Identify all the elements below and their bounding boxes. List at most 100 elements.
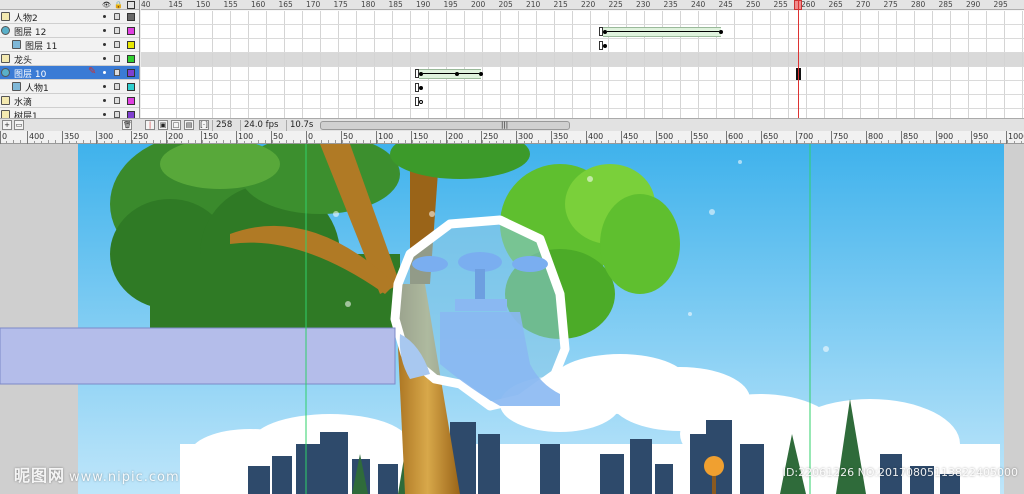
frame-number-label: 145 xyxy=(168,0,183,9)
frame-number-label: 175 xyxy=(333,0,348,9)
stage-canvas[interactable] xyxy=(0,144,1024,494)
frame-row[interactable] xyxy=(141,53,1024,67)
ruler-tick xyxy=(411,131,412,144)
onion-outline-icon[interactable]: □ xyxy=(171,120,181,130)
layer-row[interactable]: 人物2 xyxy=(0,10,139,24)
frame-ruler[interactable]: 40 145 150 155 160 165 170 175 180 185 190 195 200 20… xyxy=(141,0,1024,10)
outline-icon[interactable] xyxy=(127,1,135,9)
new-folder-icon[interactable]: ▭ xyxy=(14,120,24,130)
onion-markers-icon[interactable]: [·] xyxy=(199,120,209,130)
layer-color-swatch[interactable] xyxy=(127,97,135,105)
layer-name[interactable]: 图层 10 xyxy=(14,67,46,80)
lock-toggle-icon[interactable] xyxy=(114,27,120,34)
layer-row[interactable]: 图层 10 ✎ xyxy=(0,66,139,80)
fps-field[interactable]: 24.0 fps xyxy=(240,120,284,131)
visibility-toggle-icon[interactable] xyxy=(103,29,106,32)
watermark-site-url: www.nipic.com xyxy=(69,470,180,485)
edit-multiple-icon[interactable]: ▤ xyxy=(184,120,194,130)
visibility-toggle-icon[interactable] xyxy=(103,43,106,46)
lock-icon[interactable]: 🔒 xyxy=(114,1,123,9)
ruler-tick xyxy=(446,131,447,144)
keyframe[interactable] xyxy=(603,44,607,48)
center-frame-icon[interactable]: | xyxy=(145,120,155,130)
frame-row[interactable] xyxy=(141,95,1024,109)
ruler-tick xyxy=(726,131,727,144)
layer-color-swatch[interactable] xyxy=(127,55,135,63)
lock-toggle-icon[interactable] xyxy=(114,83,120,90)
frame-number-label: 245 xyxy=(718,0,733,9)
scrollbar-grip-icon[interactable]: ||| xyxy=(501,122,508,129)
timeline-panel: 👁 🔒 人物2 图层 12 图层 11 龙头 图层 10 ✎ 人物1 水滴 树层1 40 145 1… xyxy=(0,0,1024,131)
lock-toggle-icon[interactable] xyxy=(114,55,120,62)
motion-tween[interactable] xyxy=(603,27,721,37)
frame-row[interactable] xyxy=(141,81,1024,95)
new-layer-icon[interactable]: + xyxy=(2,120,12,130)
visibility-toggle-icon[interactable] xyxy=(103,57,106,60)
visibility-toggle-icon[interactable] xyxy=(103,71,106,74)
layer-color-swatch[interactable] xyxy=(127,83,135,91)
layer-row[interactable]: 图层 12 xyxy=(0,24,139,38)
layer-color-swatch[interactable] xyxy=(127,13,135,21)
watermark-site: 昵图网 www.nipic.com xyxy=(14,462,180,486)
keyframe[interactable] xyxy=(719,30,723,34)
keyframe[interactable] xyxy=(419,100,423,104)
lock-toggle-icon[interactable] xyxy=(114,13,120,20)
keyframe[interactable] xyxy=(455,72,459,76)
lock-toggle-icon[interactable] xyxy=(114,97,120,104)
lock-toggle-icon[interactable] xyxy=(114,41,120,48)
visibility-toggle-icon[interactable] xyxy=(103,85,106,88)
layer-name[interactable]: 人物1 xyxy=(25,81,49,94)
onion-skin-icon[interactable]: ▣ xyxy=(158,120,168,130)
keyframe[interactable] xyxy=(419,86,423,90)
frame-row[interactable] xyxy=(141,11,1024,25)
ruler-tick xyxy=(621,131,622,144)
frame-row[interactable] xyxy=(141,25,1024,39)
layer-color-swatch[interactable] xyxy=(127,69,135,77)
keyframe[interactable] xyxy=(603,30,607,34)
stage-area[interactable] xyxy=(0,144,1024,494)
layer-type-icon xyxy=(12,82,21,91)
frame-row[interactable] xyxy=(141,39,1024,53)
frame-area[interactable]: 40 145 150 155 160 165 170 175 180 185 190 195 200 20… xyxy=(141,0,1024,118)
layer-header: 👁 🔒 xyxy=(0,0,139,10)
trash-icon[interactable]: 🗑 xyxy=(122,120,132,130)
lock-toggle-icon[interactable] xyxy=(114,111,120,118)
layer-color-swatch[interactable] xyxy=(127,41,135,49)
current-frame-field[interactable]: 258 xyxy=(212,120,238,131)
ruler-tick xyxy=(131,131,132,144)
layer-name[interactable]: 龙头 xyxy=(14,53,32,66)
timeline-scrollbar[interactable]: ||| xyxy=(320,121,570,130)
layer-row[interactable]: 水滴 xyxy=(0,94,139,108)
ruler-label: 200 xyxy=(448,132,465,141)
visibility-toggle-icon[interactable] xyxy=(103,113,106,116)
frame-number-label: 195 xyxy=(443,0,458,9)
layer-row[interactable]: 图层 11 xyxy=(0,38,139,52)
layer-name[interactable]: 图层 11 xyxy=(25,39,57,52)
frame-number-label: 180 xyxy=(361,0,376,9)
stage-ruler[interactable]: 0 400 350 300 250 200 150 100 50 0 50 100 150 200 250 3… xyxy=(0,131,1024,144)
motion-tween[interactable] xyxy=(419,69,481,79)
layer-name[interactable]: 人物2 xyxy=(14,11,38,24)
lock-toggle-icon[interactable] xyxy=(114,69,120,76)
layer-name[interactable]: 图层 12 xyxy=(14,25,46,38)
pipe-bar[interactable] xyxy=(0,327,396,385)
ruler-tick xyxy=(236,131,237,144)
visibility-toggle-icon[interactable] xyxy=(103,99,106,102)
frame-number-label: 215 xyxy=(553,0,568,9)
layer-row[interactable]: 龙头 xyxy=(0,52,139,66)
keyframe[interactable] xyxy=(419,72,423,76)
ruler-label: 750 xyxy=(833,132,850,141)
frame-row[interactable] xyxy=(141,109,1024,118)
keyframe[interactable] xyxy=(479,72,483,76)
frame-row[interactable] xyxy=(141,67,1024,81)
layer-color-swatch[interactable] xyxy=(127,27,135,35)
frame-number-label: 270 xyxy=(856,0,871,9)
visibility-toggle-icon[interactable] xyxy=(103,15,106,18)
eye-icon[interactable]: 👁 xyxy=(102,1,111,9)
ruler-tick xyxy=(201,131,202,144)
layer-row[interactable]: 人物1 xyxy=(0,80,139,94)
ruler-tick xyxy=(901,131,902,144)
layer-name[interactable]: 水滴 xyxy=(14,95,32,108)
ruler-label: 950 xyxy=(973,132,990,141)
frame-number-label: 205 xyxy=(498,0,513,9)
